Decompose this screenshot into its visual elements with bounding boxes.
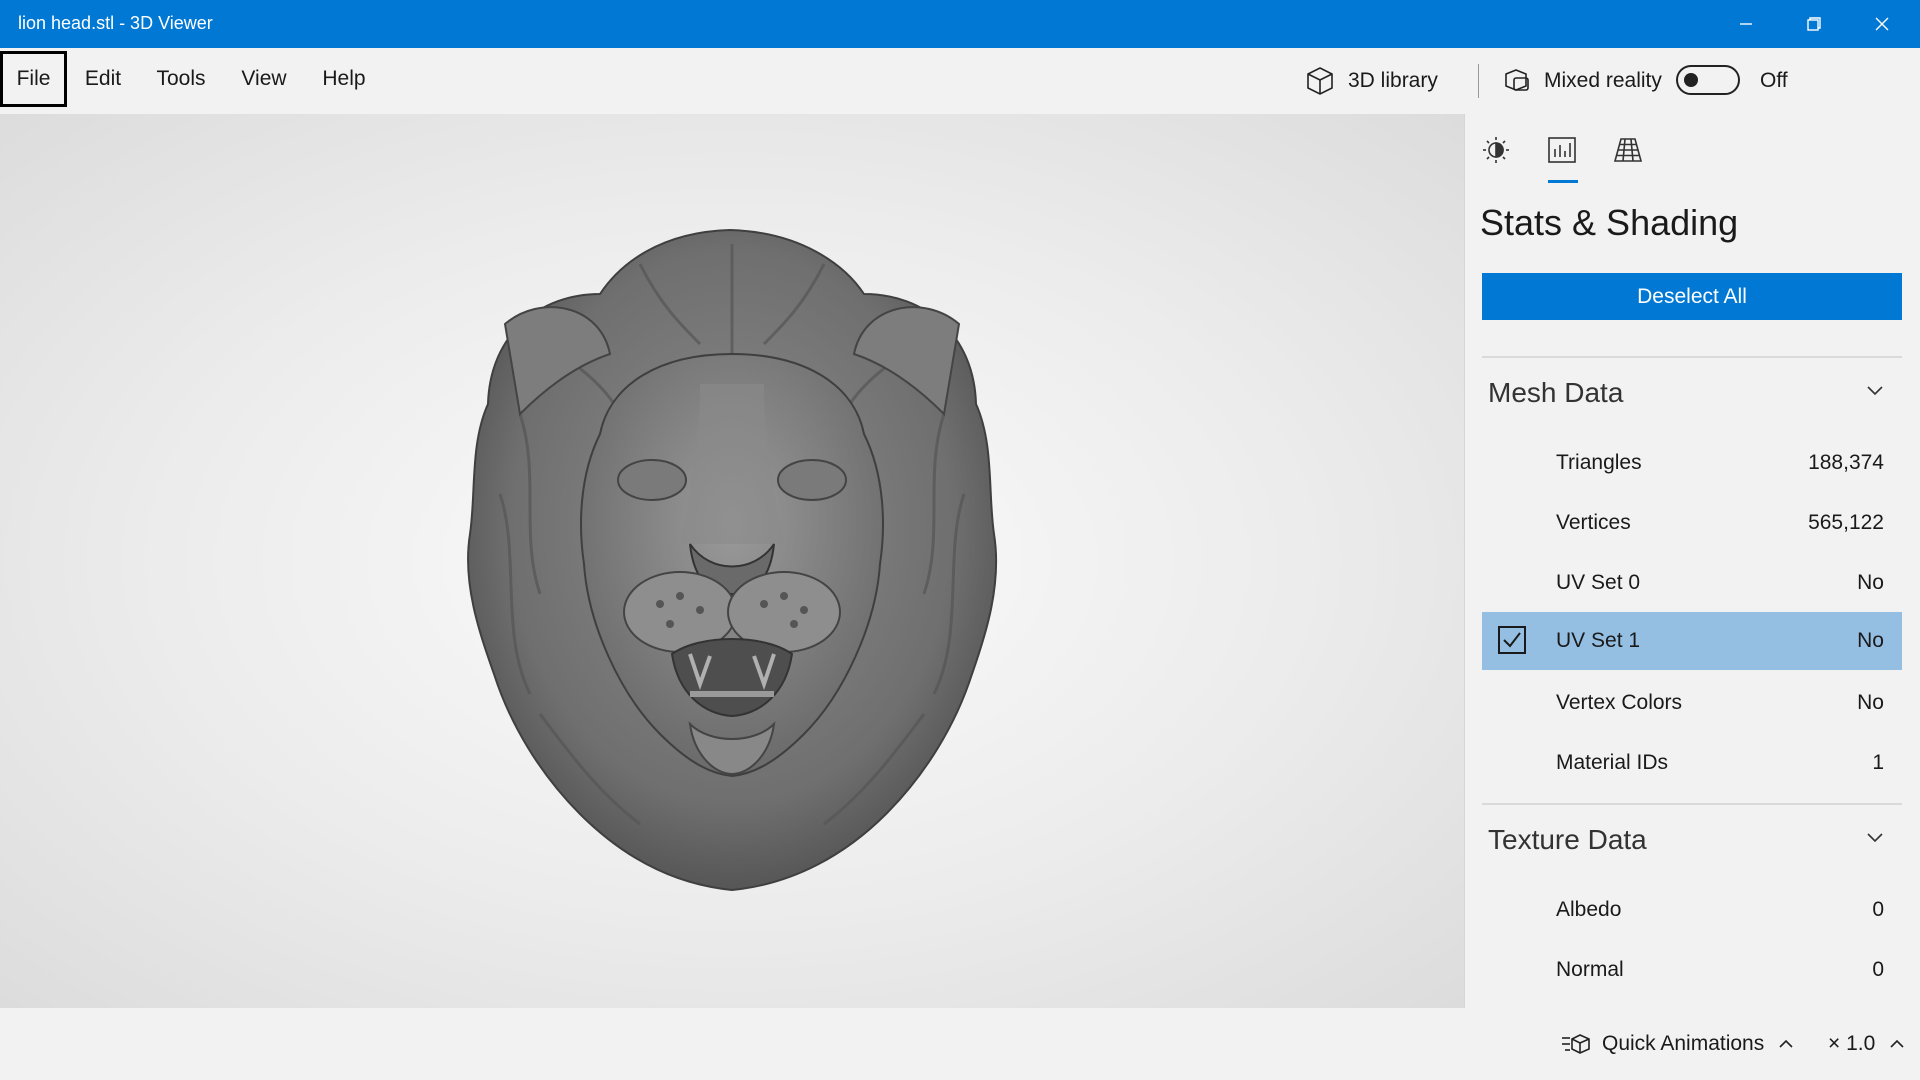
texture-data-header[interactable]: Texture Data bbox=[1482, 808, 1902, 872]
restore-icon bbox=[1807, 17, 1821, 31]
cube-icon bbox=[1307, 67, 1333, 95]
menu-help[interactable]: Help bbox=[312, 51, 376, 107]
mesh-data-header[interactable]: Mesh Data bbox=[1482, 361, 1902, 425]
row-label: UV Set 1 bbox=[1556, 629, 1641, 652]
mixed-reality-button[interactable]: Mixed reality bbox=[1502, 48, 1662, 114]
quick-animations-label: Quick Animations bbox=[1602, 1032, 1765, 1055]
menu-tools[interactable]: Tools bbox=[148, 51, 214, 107]
status-bar: Quick Animations × 1.0 bbox=[0, 1008, 1920, 1080]
row-label: UV Set 0 bbox=[1556, 571, 1641, 594]
animation-speed-button[interactable]: × 1.0 bbox=[1828, 1008, 1905, 1080]
toolbar-divider bbox=[1478, 64, 1479, 98]
restore-button[interactable] bbox=[1780, 0, 1848, 48]
grid-icon bbox=[1613, 138, 1643, 162]
menu-edit[interactable]: Edit bbox=[76, 51, 130, 107]
row-value: No bbox=[1857, 571, 1884, 594]
stats-icon bbox=[1548, 137, 1576, 163]
mixed-reality-icon bbox=[1505, 69, 1529, 91]
texture-data-title: Texture Data bbox=[1488, 824, 1647, 855]
close-button[interactable] bbox=[1848, 0, 1916, 48]
mesh-row-vertex-colors[interactable]: Vertex Colors No bbox=[1482, 674, 1902, 732]
tab-stats[interactable] bbox=[1540, 128, 1584, 172]
title-bar: lion head.stl - 3D Viewer bbox=[0, 0, 1920, 48]
texture-row-normal[interactable]: Normal 0 bbox=[1482, 941, 1902, 999]
row-label: Triangles bbox=[1556, 451, 1642, 474]
row-value: 565,122 bbox=[1808, 511, 1884, 534]
mixed-reality-toggle[interactable] bbox=[1676, 65, 1740, 95]
chevron-up-icon bbox=[1890, 1039, 1904, 1048]
row-label: Vertex Colors bbox=[1556, 691, 1683, 714]
tab-lighting[interactable] bbox=[1474, 128, 1518, 172]
quick-animations-button[interactable]: Quick Animations bbox=[1560, 1008, 1794, 1080]
toggle-knob bbox=[1684, 73, 1698, 87]
row-label: Material IDs bbox=[1556, 751, 1669, 774]
minimize-icon bbox=[1740, 23, 1752, 25]
menu-view[interactable]: View bbox=[232, 51, 296, 107]
row-label: Vertices bbox=[1556, 511, 1631, 534]
chevron-down-icon bbox=[1867, 386, 1883, 396]
3d-library-button[interactable]: 3D library bbox=[1304, 48, 1438, 114]
row-checkbox[interactable] bbox=[1498, 626, 1526, 654]
lion-head-model bbox=[467, 228, 998, 892]
3d-library-label: 3D library bbox=[1348, 69, 1438, 92]
mesh-data-title: Mesh Data bbox=[1488, 377, 1624, 408]
row-value: 1 bbox=[1872, 751, 1884, 774]
animation-speed-label: × 1.0 bbox=[1828, 1032, 1876, 1055]
lighting-icon bbox=[1483, 137, 1509, 163]
row-value: No bbox=[1857, 691, 1884, 714]
checkmark-icon bbox=[1503, 632, 1521, 648]
mesh-row-triangles[interactable]: Triangles 188,374 bbox=[1482, 434, 1902, 492]
window-title: lion head.stl - 3D Viewer bbox=[18, 13, 213, 33]
section-divider bbox=[1482, 803, 1902, 805]
menu-bar: File Edit Tools View Help 3D library Mix… bbox=[0, 48, 1920, 114]
row-value: 0 bbox=[1872, 898, 1884, 921]
chevron-up-icon bbox=[1779, 1039, 1793, 1048]
chevron-down-icon bbox=[1867, 833, 1883, 843]
row-value: No bbox=[1857, 629, 1884, 652]
mixed-reality-label: Mixed reality bbox=[1544, 69, 1662, 92]
tab-grid[interactable] bbox=[1606, 128, 1650, 172]
section-divider bbox=[1482, 356, 1902, 358]
mesh-row-vertices[interactable]: Vertices 565,122 bbox=[1482, 494, 1902, 552]
animation-icon bbox=[1562, 1034, 1590, 1054]
minimize-button[interactable] bbox=[1712, 0, 1780, 48]
mesh-row-material-ids[interactable]: Material IDs 1 bbox=[1482, 734, 1902, 792]
mesh-row-uv-set-1[interactable]: UV Set 1 No bbox=[1482, 612, 1902, 670]
panel-title: Stats & Shading bbox=[1480, 202, 1739, 243]
row-value: 188,374 bbox=[1808, 451, 1884, 474]
row-label: Normal bbox=[1556, 958, 1624, 981]
deselect-all-button[interactable]: Deselect All bbox=[1482, 273, 1902, 320]
row-value: 0 bbox=[1872, 958, 1884, 981]
mesh-row-uv-set-0[interactable]: UV Set 0 No bbox=[1482, 554, 1902, 612]
mixed-reality-state: Off bbox=[1760, 69, 1788, 92]
close-icon bbox=[1875, 17, 1889, 31]
3d-viewport[interactable] bbox=[0, 114, 1464, 1008]
texture-row-albedo[interactable]: Albedo 0 bbox=[1482, 881, 1902, 939]
menu-file[interactable]: File bbox=[0, 51, 67, 107]
active-tab-indicator bbox=[1548, 180, 1578, 183]
row-label: Albedo bbox=[1556, 898, 1622, 921]
